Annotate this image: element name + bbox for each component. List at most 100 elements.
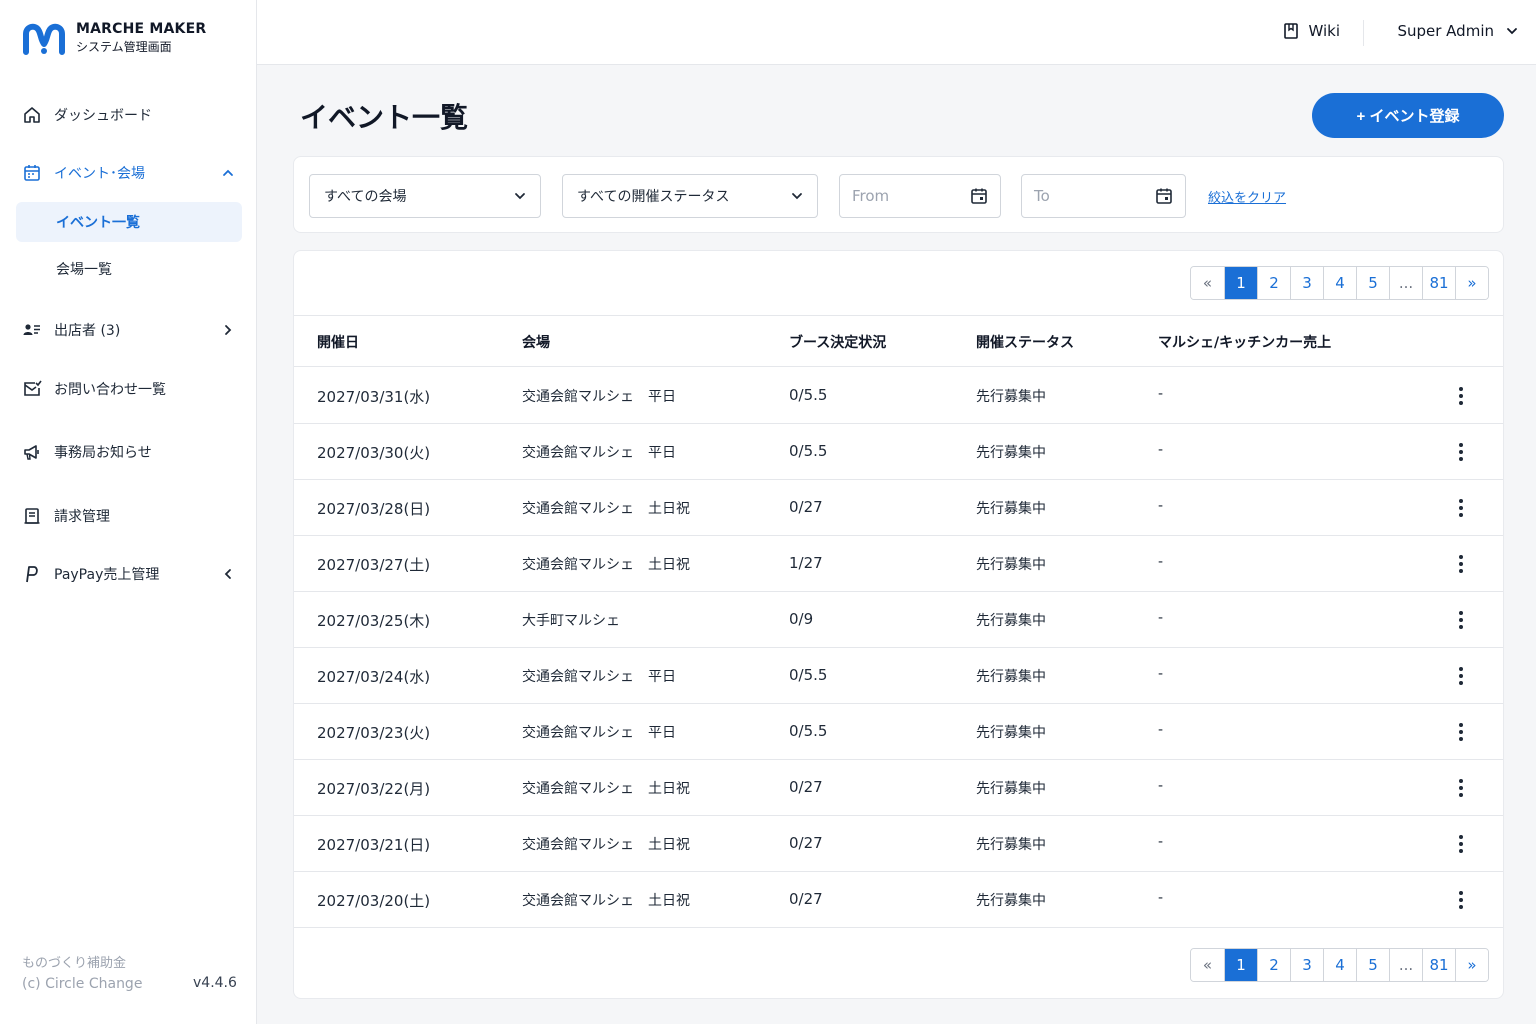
table-row[interactable]: 2027/03/22(月) 交通会館マルシェ 土日祝 0/27 先行募集中 - <box>294 760 1503 816</box>
column-header-event-status[interactable]: 開催ステータス <box>976 332 1074 352</box>
cell-booth-status: 0/5.5 <box>789 442 828 460</box>
chevron-left-icon <box>224 569 231 579</box>
page-next-button[interactable]: » <box>1455 267 1488 299</box>
row-actions-kebab-icon[interactable] <box>1452 834 1470 854</box>
brand-logo[interactable]: MARCHE MAKER システム管理画面 <box>22 20 206 56</box>
page-button[interactable]: 4 <box>1323 267 1356 299</box>
clear-filters-link[interactable]: 絞込をクリア <box>1208 187 1286 206</box>
table-row[interactable]: 2027/03/24(水) 交通会館マルシェ 平日 0/5.5 先行募集中 - <box>294 648 1503 704</box>
chevron-down-icon <box>792 193 802 200</box>
table-row[interactable]: 2027/03/20(土) 交通会館マルシェ 土日祝 0/27 先行募集中 - <box>294 872 1503 928</box>
sidebar-item-dashboard[interactable]: ダッシュボード <box>16 95 242 135</box>
status-select[interactable]: すべての開催ステータス <box>562 174 818 218</box>
row-actions-kebab-icon[interactable] <box>1452 610 1470 630</box>
sidebar-subitem-venue-list[interactable]: 会場一覧 <box>16 249 242 289</box>
page-button[interactable]: 81 <box>1422 949 1455 981</box>
sidebar-item-announcements[interactable]: 事務局お知らせ <box>16 432 242 472</box>
cell-event-status: 先行募集中 <box>976 837 1046 853</box>
sidebar-item-exhibitors[interactable]: 出店者 (3) <box>16 310 242 350</box>
chevron-down-icon <box>1507 28 1517 35</box>
cell-booth-status: 0/27 <box>789 834 823 852</box>
date-from-input[interactable]: From <box>839 174 1001 218</box>
users-list-icon <box>22 320 42 340</box>
table-row[interactable]: 2027/03/31(水) 交通会館マルシェ 平日 0/5.5 先行募集中 - <box>294 368 1503 424</box>
home-icon <box>22 105 42 125</box>
add-event-button[interactable]: + イベント登録 <box>1312 93 1504 138</box>
page-first-button[interactable]: « <box>1191 267 1224 299</box>
table-row[interactable]: 2027/03/21(日) 交通会館マルシェ 土日祝 0/27 先行募集中 - <box>294 816 1503 872</box>
paypay-icon <box>22 564 42 584</box>
table-row[interactable]: 2027/03/23(火) 交通会館マルシェ 平日 0/5.5 先行募集中 - <box>294 704 1503 760</box>
cell-sales: - <box>1158 722 1164 738</box>
page-next-button[interactable]: » <box>1455 949 1488 981</box>
date-to-placeholder: To <box>1034 187 1050 205</box>
table-row[interactable]: 2027/03/25(木) 大手町マルシェ 0/9 先行募集中 - <box>294 592 1503 648</box>
footer-subsidy-text: ものづくり補助金 <box>22 956 127 971</box>
brand-title: MARCHE MAKER <box>76 21 207 37</box>
cell-booth-status: 0/9 <box>789 610 814 628</box>
sidebar-item-events-venues[interactable]: イベント･会場 <box>16 153 242 193</box>
user-menu[interactable]: Super Admin <box>1397 22 1518 40</box>
row-actions-kebab-icon[interactable] <box>1452 498 1470 518</box>
chevron-down-icon <box>515 193 525 200</box>
filter-panel: すべての会場 すべての開催ステータス From To 絞込をクリア <box>293 156 1504 233</box>
cell-sales: - <box>1158 498 1164 514</box>
cell-date: 2027/03/31(水) <box>317 388 431 406</box>
cell-booth-status: 0/27 <box>789 778 823 796</box>
page-button[interactable]: 2 <box>1257 949 1290 981</box>
page-first-button[interactable]: « <box>1191 949 1224 981</box>
row-actions-kebab-icon[interactable] <box>1452 554 1470 574</box>
cell-date: 2027/03/24(水) <box>317 668 431 686</box>
cell-sales: - <box>1158 610 1164 626</box>
calendar-icon[interactable] <box>970 187 988 205</box>
cell-sales: - <box>1158 554 1164 570</box>
top-bar: Wiki Super Admin <box>257 0 1536 65</box>
cell-booth-status: 0/5.5 <box>789 386 828 404</box>
row-actions-kebab-icon[interactable] <box>1452 890 1470 910</box>
sidebar-subitem-event-list[interactable]: イベント一覧 <box>16 202 242 242</box>
brand-subtitle: システム管理画面 <box>76 40 172 54</box>
page-button[interactable]: 81 <box>1422 267 1455 299</box>
sidebar-item-billing[interactable]: 請求管理 <box>16 496 242 536</box>
table-row[interactable]: 2027/03/27(土) 交通会館マルシェ 土日祝 1/27 先行募集中 - <box>294 536 1503 592</box>
page-button[interactable]: 3 <box>1290 949 1323 981</box>
cell-event-status: 先行募集中 <box>976 389 1046 405</box>
cell-event-status: 先行募集中 <box>976 669 1046 685</box>
book-icon <box>1284 23 1299 39</box>
sidebar-item-inquiries[interactable]: お問い合わせ一覧 <box>16 369 242 409</box>
page-button[interactable]: 5 <box>1356 949 1389 981</box>
column-header-booth-status[interactable]: ブース決定状況 <box>789 332 886 352</box>
table-row[interactable]: 2027/03/30(火) 交通会館マルシェ 平日 0/5.5 先行募集中 - <box>294 424 1503 480</box>
page-button[interactable]: 4 <box>1323 949 1356 981</box>
row-actions-kebab-icon[interactable] <box>1452 722 1470 742</box>
topbar-divider <box>1363 20 1364 46</box>
column-header-date[interactable]: 開催日 <box>317 332 359 352</box>
column-header-venue[interactable]: 会場 <box>522 332 550 352</box>
cell-date: 2027/03/20(土) <box>317 892 431 910</box>
date-to-input[interactable]: To <box>1021 174 1186 218</box>
row-actions-kebab-icon[interactable] <box>1452 666 1470 686</box>
page-button[interactable]: 1 <box>1224 949 1257 981</box>
megaphone-icon <box>22 442 42 462</box>
column-header-sales[interactable]: マルシェ/キッチンカー売上 <box>1158 332 1331 352</box>
table-row[interactable]: 2027/03/28(日) 交通会館マルシェ 土日祝 0/27 先行募集中 - <box>294 480 1503 536</box>
sidebar-item-paypay-sales[interactable]: PayPay売上管理 <box>16 554 242 594</box>
page-button[interactable]: 2 <box>1257 267 1290 299</box>
cell-venue: 交通会館マルシェ 土日祝 <box>522 557 690 573</box>
cell-venue: 交通会館マルシェ 平日 <box>522 445 676 461</box>
page-button[interactable]: 5 <box>1356 267 1389 299</box>
page-button[interactable]: 1 <box>1224 267 1257 299</box>
sidebar-item-label: イベント･会場 <box>54 166 145 182</box>
cell-date: 2027/03/28(日) <box>317 500 431 518</box>
venue-select[interactable]: すべての会場 <box>309 174 541 218</box>
row-actions-kebab-icon[interactable] <box>1452 778 1470 798</box>
calendar-icon[interactable] <box>1155 187 1173 205</box>
wiki-link[interactable]: Wiki <box>1282 22 1340 40</box>
mail-check-icon <box>22 379 42 399</box>
page-button[interactable]: 3 <box>1290 267 1323 299</box>
page-ellipsis: ... <box>1389 949 1422 981</box>
table-header: 開催日 会場 ブース決定状況 開催ステータス マルシェ/キッチンカー売上 <box>294 315 1503 367</box>
row-actions-kebab-icon[interactable] <box>1452 386 1470 406</box>
row-actions-kebab-icon[interactable] <box>1452 442 1470 462</box>
cell-venue: 交通会館マルシェ 土日祝 <box>522 893 690 909</box>
